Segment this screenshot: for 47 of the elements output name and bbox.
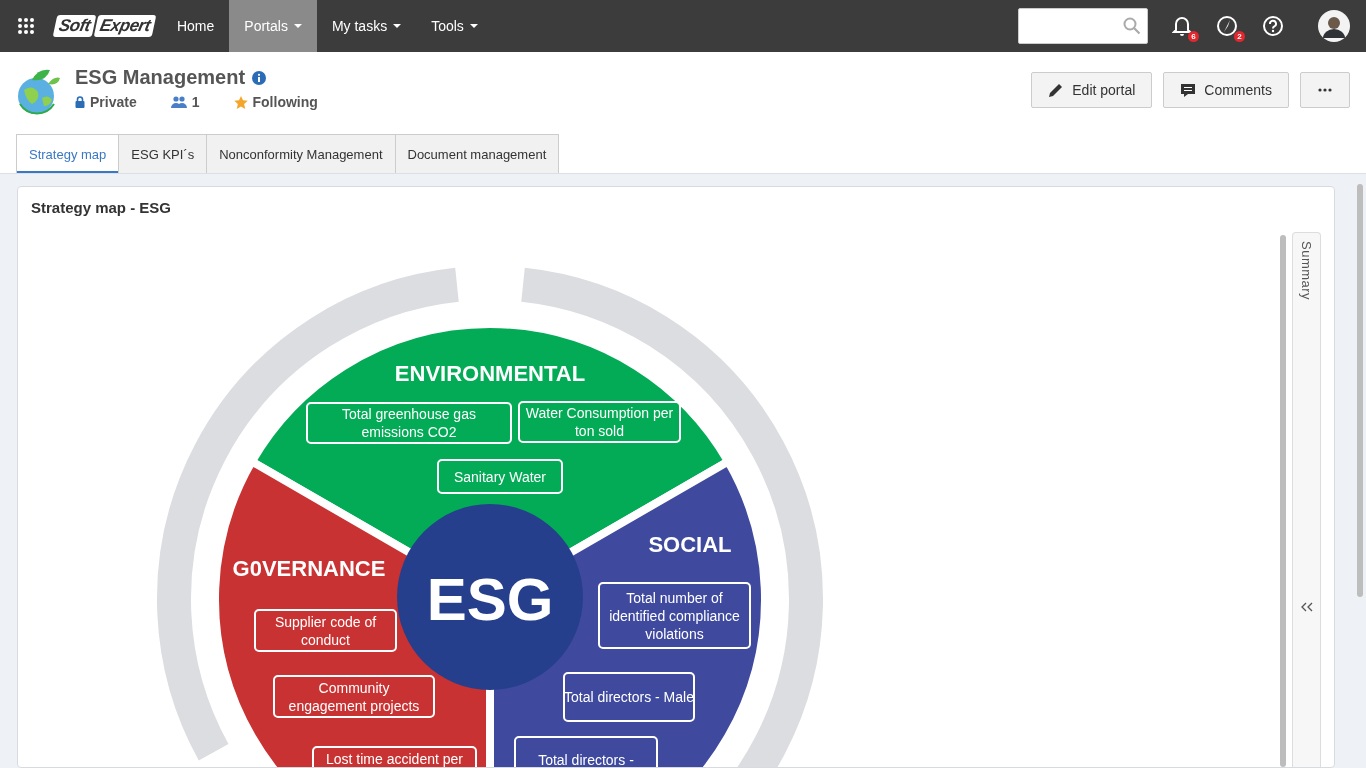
privacy-label: Private — [90, 94, 137, 110]
kpi-node[interactable]: Community engagement projects — [273, 675, 435, 718]
member-count: 1 — [191, 94, 200, 110]
sector-title: G0VERNANCE — [232, 556, 386, 581]
users-icon — [170, 96, 187, 108]
star-icon[interactable] — [233, 95, 248, 109]
portal-tab[interactable]: Nonconformity Management — [206, 134, 396, 173]
sector-title: SOCIAL — [648, 532, 732, 557]
kpi-node[interactable]: Lost time accident per — [312, 746, 477, 767]
collapse-icon[interactable] — [1300, 602, 1313, 613]
comments-button[interactable]: Comments — [1163, 72, 1289, 108]
portal-title: ESG Management — [75, 66, 246, 89]
following-label: Following — [252, 94, 318, 110]
kpi-node[interactable]: Total number of identified compliance violations — [598, 582, 751, 649]
sector-title: ENVIRONMENTAL — [394, 361, 586, 386]
task-badge: 2 — [1234, 31, 1245, 42]
nav-menu-item[interactable]: Tools — [416, 0, 493, 52]
portal-tab[interactable]: Document management — [394, 134, 560, 173]
portal-tab[interactable]: ESG KPI´s — [118, 134, 208, 173]
card-title: Strategy map - ESG — [30, 198, 173, 218]
comment-icon — [1180, 82, 1197, 98]
kpi-node[interactable]: Total directors - Male — [563, 672, 695, 722]
avatar[interactable] — [1318, 10, 1350, 42]
kpi-node[interactable]: Total directors - — [514, 736, 658, 767]
summary-panel[interactable]: Summary — [1292, 232, 1321, 767]
notification-badge: 6 — [1188, 31, 1199, 42]
portal-tab[interactable]: Strategy map — [16, 134, 120, 173]
kpi-node[interactable]: Supplier code of conduct — [254, 609, 397, 652]
pencil-icon — [1048, 82, 1065, 98]
app-grid-icon[interactable] — [17, 17, 35, 35]
search-field[interactable] — [1018, 8, 1148, 44]
search-icon — [1123, 17, 1141, 35]
bell-icon[interactable] — [1172, 15, 1192, 37]
help-icon[interactable] — [1262, 15, 1284, 37]
summary-label: Summary — [1299, 241, 1314, 301]
logo-text: Expert — [93, 15, 157, 37]
more-icon — [1318, 88, 1332, 92]
esg-hub: ESG — [397, 504, 583, 690]
lock-icon — [75, 96, 85, 108]
scrollbar[interactable] — [1357, 184, 1363, 597]
compass-icon[interactable] — [1216, 15, 1238, 37]
info-icon[interactable] — [252, 70, 267, 85]
scrollbar[interactable] — [1280, 235, 1286, 767]
nav-menu-item[interactable]: My tasks — [316, 0, 417, 52]
edit-portal-button[interactable]: Edit portal — [1031, 72, 1153, 108]
nav-menu-item[interactable]: Home — [161, 0, 230, 52]
logo-text: Soft — [52, 15, 97, 37]
